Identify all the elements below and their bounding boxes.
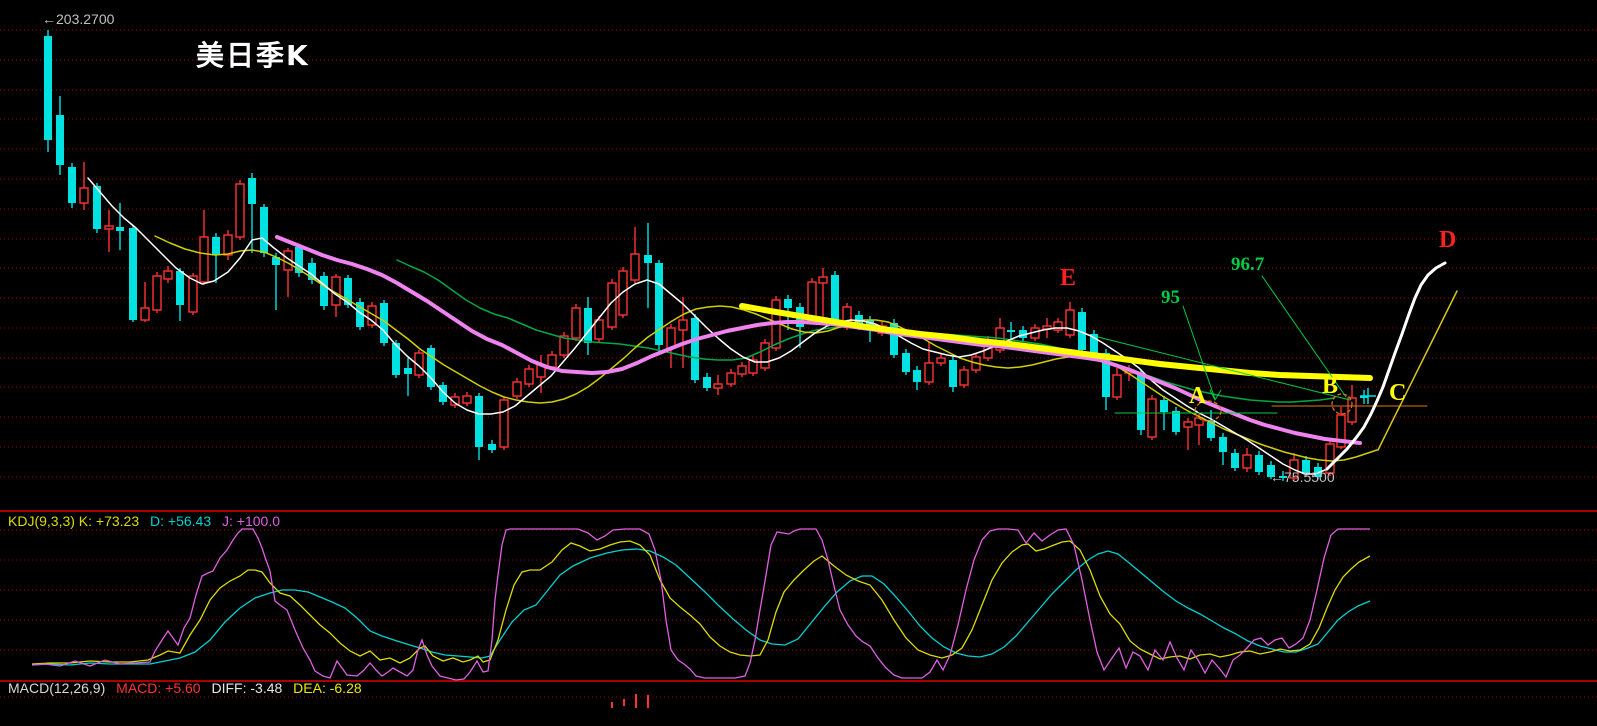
macd-dea-value: DEA: -6.28 <box>293 680 362 696</box>
macd-value: MACD: +5.60 <box>116 680 201 696</box>
grid-layer <box>0 29 1597 698</box>
candle-body-down <box>248 178 256 204</box>
kdj-indicator-readout: KDJ(9,3,3) K: +73.23 D: +56.43 J: +100.0 <box>8 514 287 528</box>
moving-average-layer <box>87 177 1378 475</box>
candle-body-up <box>499 399 509 448</box>
low-price-callout: ←75.5500 <box>1270 469 1335 485</box>
macd-indicator-readout: MACD(12,26,9) MACD: +5.60 DIFF: -3.48 DE… <box>8 681 369 695</box>
candle-body-down <box>212 237 220 255</box>
annotation-letter-95: 95 <box>1161 287 1180 308</box>
candle-body-down <box>949 360 957 387</box>
candle-body-down <box>488 444 496 450</box>
candle-body-up <box>936 357 946 364</box>
candle-body-down <box>56 115 64 165</box>
candle-body-down <box>1219 437 1227 452</box>
chart-title: 美日季K <box>196 39 310 72</box>
annotation-letter-96-7: 96.7 <box>1231 254 1265 275</box>
candle-body-up <box>959 369 969 386</box>
kdj-j-value: J: +100.0 <box>222 513 281 529</box>
candle-body-up <box>1112 374 1122 398</box>
candle-body-up <box>152 275 162 311</box>
kdj-params-k-value: KDJ(9,3,3) K: +73.23 <box>8 513 140 529</box>
candle-body-down <box>644 255 652 263</box>
high-price-callout: ←203.2700 <box>42 11 115 27</box>
candle-body-up <box>1147 398 1157 438</box>
candle-body-up <box>140 307 150 321</box>
candle-body-up <box>1242 454 1252 469</box>
candle-body-down <box>1172 411 1180 432</box>
candle-body-up <box>1194 417 1204 426</box>
candle-body-up <box>678 319 688 331</box>
kdj-indicator-layer <box>31 528 1371 681</box>
candle-body-down <box>913 370 921 382</box>
candle-body-up <box>818 276 828 284</box>
candle-body-up <box>512 381 522 397</box>
candle-body-down <box>176 271 184 305</box>
candle-body-down <box>703 377 711 388</box>
candle-body-down <box>1255 455 1263 472</box>
candle-body-down <box>475 396 483 447</box>
candle-body-down <box>584 308 592 343</box>
candle-body-up <box>235 183 245 238</box>
annotation-letter-D: D <box>1439 227 1457 253</box>
candle-body-down <box>1007 330 1015 332</box>
candle-body-down <box>784 299 792 308</box>
candle-body-down <box>68 167 76 203</box>
candle-body-up <box>1053 321 1063 331</box>
candle-body-up <box>462 395 472 404</box>
kdj-line-D <box>31 548 1371 666</box>
candle-body-up <box>79 187 89 204</box>
candle-body-down <box>902 353 910 372</box>
candle-body-down <box>320 276 328 306</box>
candle-body-down <box>439 385 447 402</box>
candle-body-down <box>404 368 412 374</box>
chart-plot-area[interactable] <box>0 0 1597 726</box>
candle-body-up <box>726 372 736 385</box>
macd-diff-value: DIFF: -3.48 <box>211 680 283 696</box>
candle-body-up <box>807 281 817 319</box>
annotation-letter-B: B <box>1322 373 1339 399</box>
ma-green <box>396 259 1335 403</box>
candle-body-up <box>737 365 747 375</box>
candle-body-up <box>199 236 209 283</box>
annotation-letter-E: E <box>1060 265 1077 291</box>
candle-body-up <box>760 342 770 369</box>
trading-chart-app: 美日季K ←203.2700 ←75.5500 KDJ(9,3,3) K: +7… <box>0 0 1597 726</box>
candle-body-down <box>1231 453 1239 468</box>
candle-body-down <box>116 227 124 231</box>
candle-body-up <box>524 368 534 385</box>
macd-params: MACD(12,26,9) <box>8 680 106 696</box>
annotation-letter-C: C <box>1389 380 1407 406</box>
kdj-d-value: D: +56.43 <box>150 513 212 529</box>
candle-body-down <box>655 263 663 345</box>
candle-body-up <box>104 225 114 230</box>
candle-body-up <box>163 270 173 280</box>
candle-body-down <box>44 36 52 140</box>
candle-body-up <box>666 327 676 349</box>
candle-body-up <box>547 354 557 368</box>
candle-body-up <box>594 319 604 340</box>
candle-body-up <box>1065 309 1075 336</box>
candle-body-up <box>1183 421 1193 428</box>
candle-body-down <box>1160 400 1168 412</box>
green-trendline <box>1097 336 1351 401</box>
candle-body-up <box>924 362 934 383</box>
annotation-letter-A: A <box>1189 383 1207 409</box>
candle-body-down <box>831 275 839 322</box>
candle-body-up <box>571 307 581 339</box>
candle-body-up <box>630 253 640 281</box>
candle-body-down <box>260 207 268 253</box>
candle-body-up <box>713 383 723 389</box>
candle-body-up <box>223 234 233 256</box>
candle-body-down <box>129 228 137 320</box>
candle-body-down <box>691 318 699 380</box>
